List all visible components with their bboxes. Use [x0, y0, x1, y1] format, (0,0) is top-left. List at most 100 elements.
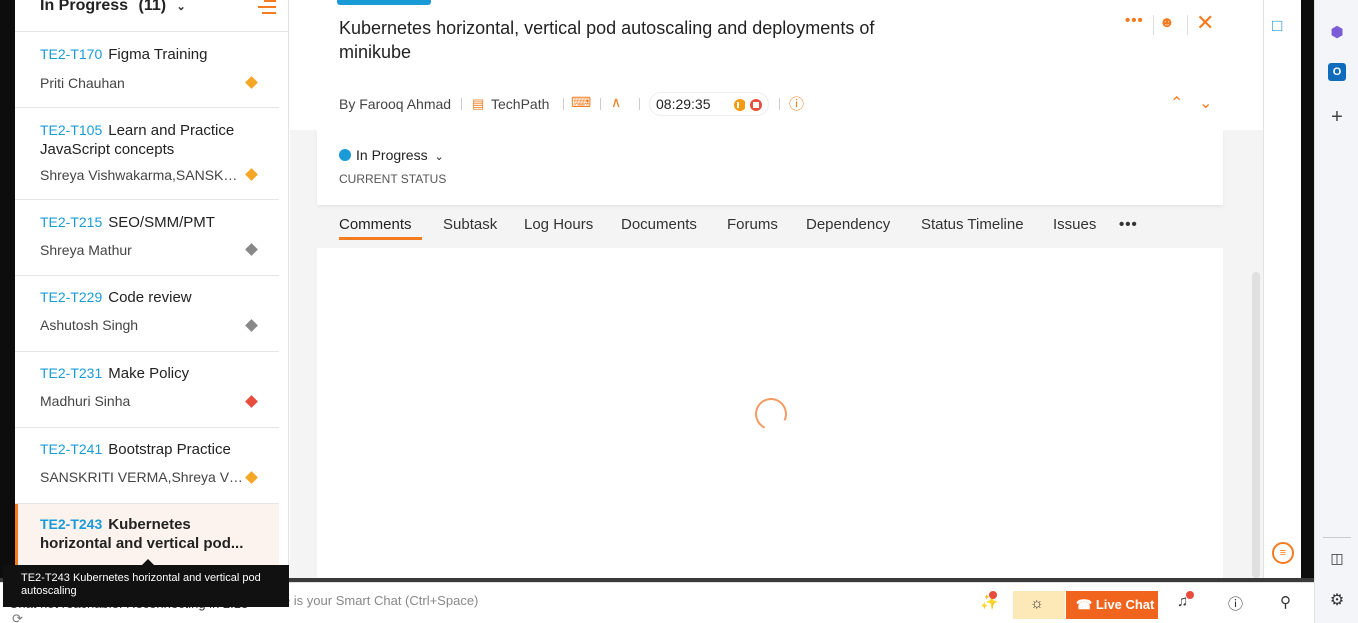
outlook-icon[interactable]: O — [1328, 63, 1346, 81]
tab-subtask[interactable]: Subtask — [443, 216, 497, 233]
tab-dependency[interactable]: Dependency — [806, 216, 890, 233]
task-type-tab — [337, 0, 431, 5]
task-list-item[interactable]: TE2-T105 Learn and Practice JavaScript co… — [15, 108, 279, 200]
task-list-item[interactable]: TE2-T215 SEO/SMM/PMT Shreya Mathur — [15, 200, 279, 276]
status-filter-dropdown[interactable]: In Progress (11) ⌄ — [40, 0, 186, 15]
tab-comments[interactable]: Comments — [339, 216, 412, 233]
sort-menu-icon[interactable] — [258, 0, 276, 14]
task-detail-panel: Kubernetes horizontal, vertical pod auto… — [290, 0, 1263, 578]
task-owner: SANSKRITI VERMA,Shreya Vis... — [40, 469, 245, 485]
sidebar-toggle-icon[interactable]: ◫ — [1328, 550, 1346, 568]
window-frame-right — [1301, 0, 1314, 580]
chat-bubble-icon[interactable]: □ — [1272, 16, 1282, 36]
task-title-heading[interactable]: Kubernetes horizontal, vertical pod auto… — [339, 16, 939, 64]
comments-content-area — [317, 248, 1223, 578]
task-title: Figma Training — [108, 46, 208, 63]
timer-pill: 08:29:35 — [649, 92, 769, 116]
tab-issues[interactable]: Issues — [1053, 216, 1096, 233]
task-id: TE2-T105 — [40, 122, 103, 138]
assign-user-icon[interactable]: ☻ — [1159, 14, 1175, 31]
more-options-icon[interactable]: ••• — [1125, 12, 1144, 29]
live-chat-label: Live Chat — [1095, 597, 1155, 612]
task-list-item[interactable]: TE2-T241 Bootstrap Practice SANSKRITI VER… — [15, 428, 279, 504]
window-frame-left — [0, 0, 15, 580]
header-divider — [1187, 15, 1188, 35]
add-icon[interactable]: + — [1328, 106, 1346, 128]
close-icon[interactable]: ✕ — [1196, 10, 1214, 36]
refresh-icon[interactable]: ⟳ — [12, 611, 23, 623]
task-title: SEO/SMM/PMT — [108, 214, 215, 231]
tab-status-timeline[interactable]: Status Timeline — [921, 216, 1024, 233]
meta-divider — [639, 98, 640, 110]
stop-icon[interactable] — [750, 99, 762, 111]
settings-gear-icon[interactable]: ⚙ — [1328, 590, 1346, 609]
calendar-icon: ▤ — [472, 96, 485, 111]
task-id: TE2-T243 — [40, 516, 103, 532]
priority-diamond-icon — [245, 319, 258, 332]
info-icon[interactable]: ⓘ — [789, 93, 804, 114]
task-list-header: In Progress (11) ⌄ — [15, 0, 288, 32]
attachment-icon[interactable]: ∧ — [611, 94, 621, 111]
meta-divider — [461, 98, 462, 110]
task-list-item[interactable]: TE2-T229 Code review Ashutosh Singh — [15, 276, 279, 352]
channels-icon: ☼ — [1030, 595, 1044, 612]
notification-dot — [1186, 591, 1194, 599]
status-filter-count: (11) — [138, 0, 167, 14]
task-list-item[interactable]: TE2-T231 Make Policy Madhuri Sinha — [15, 352, 279, 428]
tab-documents[interactable]: Documents — [621, 216, 697, 233]
task-list-item[interactable]: TE2-T170 Figma Training Priti Chauhan — [15, 33, 279, 108]
task-tooltip: TE2-T243 Kubernetes horizontal and verti… — [3, 565, 289, 607]
appbar-divider — [1323, 537, 1351, 538]
task-author: By Farooq Ahmad — [339, 96, 452, 112]
pause-icon[interactable] — [734, 99, 747, 111]
task-owner: Ashutosh Singh — [40, 317, 139, 333]
tab-forums[interactable]: Forums — [727, 216, 778, 233]
task-title-line: TE2-T105 Learn and Practice JavaScript co… — [40, 121, 245, 159]
task-title: Code review — [108, 289, 192, 306]
task-owner: Madhuri Sinha — [40, 393, 131, 409]
task-id: TE2-T241 — [40, 441, 103, 457]
task-title-line: TE2-T215 SEO/SMM/PMT — [40, 213, 245, 232]
project-link[interactable]: TechPath — [491, 96, 549, 112]
task-list-panel: In Progress (11) ⌄ TE2-T170 Figma Trainin… — [15, 0, 289, 578]
activity-feed-icon[interactable]: ≡ — [1272, 542, 1294, 564]
headset-icon: ☎ — [1076, 597, 1093, 612]
task-id: TE2-T229 — [40, 289, 103, 305]
meta-divider — [779, 98, 780, 110]
priority-diamond-icon — [245, 395, 258, 408]
task-id: TE2-T170 — [40, 46, 103, 62]
app-sidebar: ⬢ O + ◫ ⚙ — [1314, 0, 1358, 623]
next-task-icon[interactable]: ⌄ — [1199, 93, 1212, 113]
status-label: CURRENT STATUS — [339, 172, 447, 186]
channels-button[interactable]: ☼ — [1013, 591, 1065, 619]
detail-scrollbar[interactable] — [1252, 272, 1260, 578]
help-icon[interactable]: ⓘ — [1228, 593, 1243, 614]
status-dropdown[interactable]: In Progress ⌄ — [356, 147, 444, 163]
task-owner: Shreya Vishwakarma,SANSKR... — [40, 167, 245, 183]
task-id: TE2-T215 — [40, 214, 103, 230]
task-title: Bootstrap Practice — [108, 441, 231, 458]
loading-spinner-icon — [750, 393, 792, 435]
status-dot-icon — [339, 149, 351, 161]
meta-divider — [563, 98, 564, 110]
task-owner: Shreya Mathur — [40, 242, 132, 258]
meta-divider — [600, 98, 601, 110]
smart-chat-input[interactable]: Here is your Smart Chat (Ctrl+Space) — [262, 593, 702, 608]
status-value: In Progress — [356, 147, 428, 163]
right-rail: □ ≡ — [1263, 0, 1301, 578]
tab-log-hours[interactable]: Log Hours — [524, 216, 593, 233]
copilot-icon[interactable]: ⬢ — [1328, 23, 1346, 41]
previous-task-icon[interactable]: ⌃ — [1170, 93, 1183, 113]
header-divider — [1153, 15, 1154, 35]
priority-diamond-icon — [245, 471, 258, 484]
task-id: TE2-T231 — [40, 365, 103, 381]
task-title-line: TE2-T243 Kubernetes horizontal and vertic… — [40, 515, 245, 553]
chevron-down-icon: ⌄ — [176, 1, 186, 13]
search-icon[interactable]: ⚲ — [1280, 593, 1291, 611]
notification-dot — [989, 591, 997, 599]
task-title-line: TE2-T241 Bootstrap Practice — [40, 440, 245, 459]
more-tabs-icon[interactable]: ••• — [1119, 216, 1138, 233]
task-title-line: TE2-T231 Make Policy — [40, 364, 245, 383]
live-chat-button[interactable]: ☎ Live Chat — [1066, 591, 1158, 619]
comment-icon[interactable]: ⌨ — [571, 94, 591, 111]
